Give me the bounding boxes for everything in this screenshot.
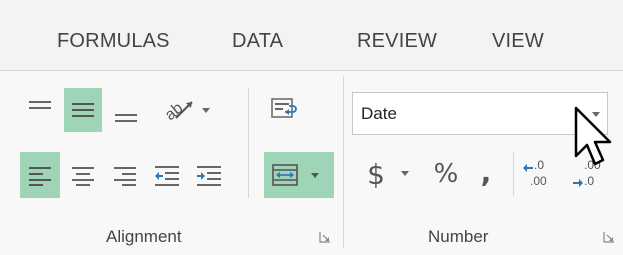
dialog-launcher-icon [319,232,330,243]
merge-center-button[interactable] [264,152,334,198]
number-format-value: Date [361,104,397,123]
increase-indent-button[interactable] [192,156,226,194]
orientation-icon: ab [162,100,210,124]
ribbon-tab-bar: FORMULAS DATA REVIEW VIEW [0,0,623,70]
align-right-icon [114,167,136,186]
left-arrow-icon [523,164,533,172]
merge-center-icon [272,164,319,186]
separator [248,88,249,198]
comma-symbol: , [480,155,492,189]
group-separator [343,76,344,248]
currency-symbol: $ [367,157,385,191]
decrease-indent-button[interactable] [150,156,184,194]
wrap-text-button[interactable] [264,89,302,129]
center-align-button[interactable] [66,156,100,194]
tab-review[interactable]: REVIEW [357,30,437,53]
middle-align-button[interactable] [64,88,102,132]
accounting-format-button[interactable]: $ [360,152,424,196]
comma-style-button[interactable]: , [470,150,502,194]
align-left-icon [29,167,51,186]
tab-view[interactable]: VIEW [492,30,544,53]
increase-decimal-bottom: .00 [530,174,547,188]
wrap-text-icon [271,98,297,118]
increase-decimal-top: .0 [534,158,545,172]
orientation-button[interactable]: ab [160,90,216,128]
increase-decimal-button[interactable]: .0 .00 [522,158,556,194]
chevron-down-icon [400,171,409,176]
middle-align-icon [72,103,94,117]
top-align-button[interactable] [24,91,56,127]
align-right-button[interactable] [108,156,142,194]
alignment-group-label: Alignment [106,227,182,246]
separator [513,152,514,196]
number-group-label: Number [428,227,489,246]
alignment-dialog-launcher[interactable] [318,230,332,244]
decrease-decimal-bottom: .0 [584,174,595,188]
tab-formulas[interactable]: FORMULAS [57,30,170,53]
tab-data[interactable]: DATA [232,30,283,53]
percent-style-button[interactable]: % [426,152,466,196]
bottom-align-button[interactable] [110,94,142,130]
bottom-align-icon [115,114,137,122]
number-format-combo[interactable]: Date [352,92,608,135]
center-align-icon [72,167,94,186]
percent-symbol: % [433,159,459,189]
dialog-launcher-icon [603,232,614,243]
top-align-icon [29,101,51,109]
number-dialog-launcher[interactable] [602,230,616,244]
right-arrow-icon [573,179,583,187]
increase-indent-icon [197,166,221,186]
decrease-indent-icon [155,166,179,186]
align-left-button[interactable] [20,152,60,198]
mouse-cursor-icon [574,106,612,166]
